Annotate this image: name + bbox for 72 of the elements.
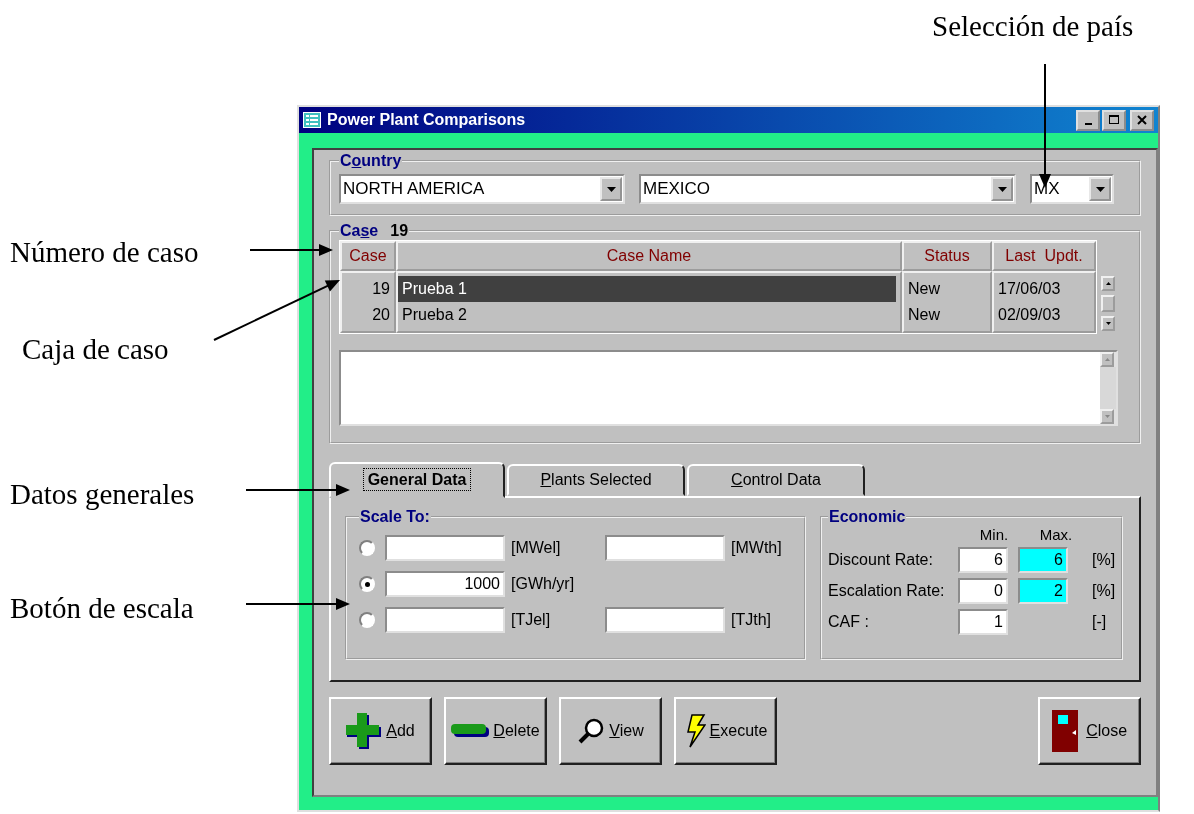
column-header[interactable]: Last Updt. (992, 241, 1096, 271)
unit-label: [TJel] (511, 611, 551, 629)
input-field[interactable]: 2 (1018, 577, 1068, 604)
annotation-label: Número de caso (10, 235, 199, 270)
annotation-label: Selección de país (932, 9, 1134, 44)
column-label: Min. (978, 526, 1010, 544)
tab[interactable]: Plants Selected (507, 464, 685, 496)
table-row[interactable]: Prueba 2 (398, 302, 896, 328)
field-label: CAF : (828, 612, 870, 631)
scroll-bar[interactable] (1101, 276, 1115, 334)
minimize-icon (1084, 123, 1092, 125)
group-label: Case (340, 222, 379, 239)
table-cell-text: 19 (371, 279, 391, 299)
table-cell-text: 02/09/03 (997, 305, 1062, 325)
table-cell-text: New (907, 279, 941, 299)
group-label: Economic (828, 508, 907, 526)
radio-button[interactable] (359, 576, 375, 592)
input-field[interactable]: 0 (958, 577, 1008, 604)
text-area[interactable] (339, 350, 1118, 426)
annotation-label: Datos generales (10, 477, 195, 512)
field-label: Escalation Rate: (828, 581, 946, 600)
annotation-label: Botón de escala (10, 591, 194, 626)
unit-label: [MWel] (511, 539, 561, 557)
window-title: Power Plant Comparisons (327, 111, 527, 129)
maximize-button[interactable] (1102, 109, 1126, 131)
input-field[interactable]: 6 (1018, 546, 1068, 573)
group-label: Country (339, 152, 403, 170)
tab[interactable]: Control Data (687, 464, 865, 496)
input-field[interactable] (605, 607, 725, 633)
unit-label: [%] (1092, 581, 1116, 600)
input-field[interactable] (605, 535, 725, 561)
radio-button[interactable] (359, 612, 375, 628)
case-number: 19 (390, 222, 409, 239)
minimize-button[interactable] (1076, 109, 1100, 131)
unit-label: [GWh/yr] (511, 575, 575, 593)
unit-label: [MWth] (731, 539, 782, 557)
input-field[interactable]: 1000 (385, 571, 505, 597)
tab[interactable]: General Data (329, 462, 505, 498)
column-label: Max. (1038, 526, 1074, 544)
unit-label: [-] (1092, 612, 1107, 631)
plus-icon (346, 712, 383, 750)
column-header[interactable]: Case Name (396, 241, 902, 271)
group-label: Scale To: (359, 508, 431, 526)
input-field[interactable]: 1 (958, 608, 1008, 635)
column-header[interactable]: Status (902, 241, 992, 271)
column-header[interactable]: Case (340, 241, 396, 271)
action-button[interactable]: View (559, 697, 662, 765)
action-button[interactable]: Delete (444, 697, 547, 765)
magnifier-icon (577, 717, 606, 745)
table-cell-text: New (907, 305, 941, 325)
input-field[interactable] (385, 535, 505, 561)
table-cell-text: 20 (371, 305, 391, 325)
table-row[interactable]: Prueba 1 (398, 276, 896, 302)
close-icon (1136, 114, 1148, 126)
input-field[interactable] (385, 607, 505, 633)
action-button[interactable]: Add (329, 697, 432, 765)
action-button[interactable]: Execute (674, 697, 777, 765)
input-field[interactable]: 6 (958, 546, 1008, 573)
unit-label: [TJth] (731, 611, 771, 629)
annotation-label: Caja de caso (22, 332, 169, 367)
country-dropdown[interactable]: MEXICO (639, 174, 1016, 204)
table-icon (303, 112, 321, 128)
unit-label: [%] (1092, 550, 1116, 569)
region-dropdown[interactable]: NORTH AMERICA (339, 174, 625, 204)
field-label: Discount Rate: (828, 550, 934, 569)
radio-button[interactable] (359, 540, 375, 556)
close-button[interactable] (1130, 109, 1154, 131)
minus-icon (451, 724, 490, 738)
scroll-bar[interactable] (1100, 352, 1116, 424)
action-button[interactable]: Close (1038, 697, 1142, 765)
table-cell-text: 17/06/03 (997, 279, 1062, 299)
maximize-icon (1108, 114, 1120, 126)
